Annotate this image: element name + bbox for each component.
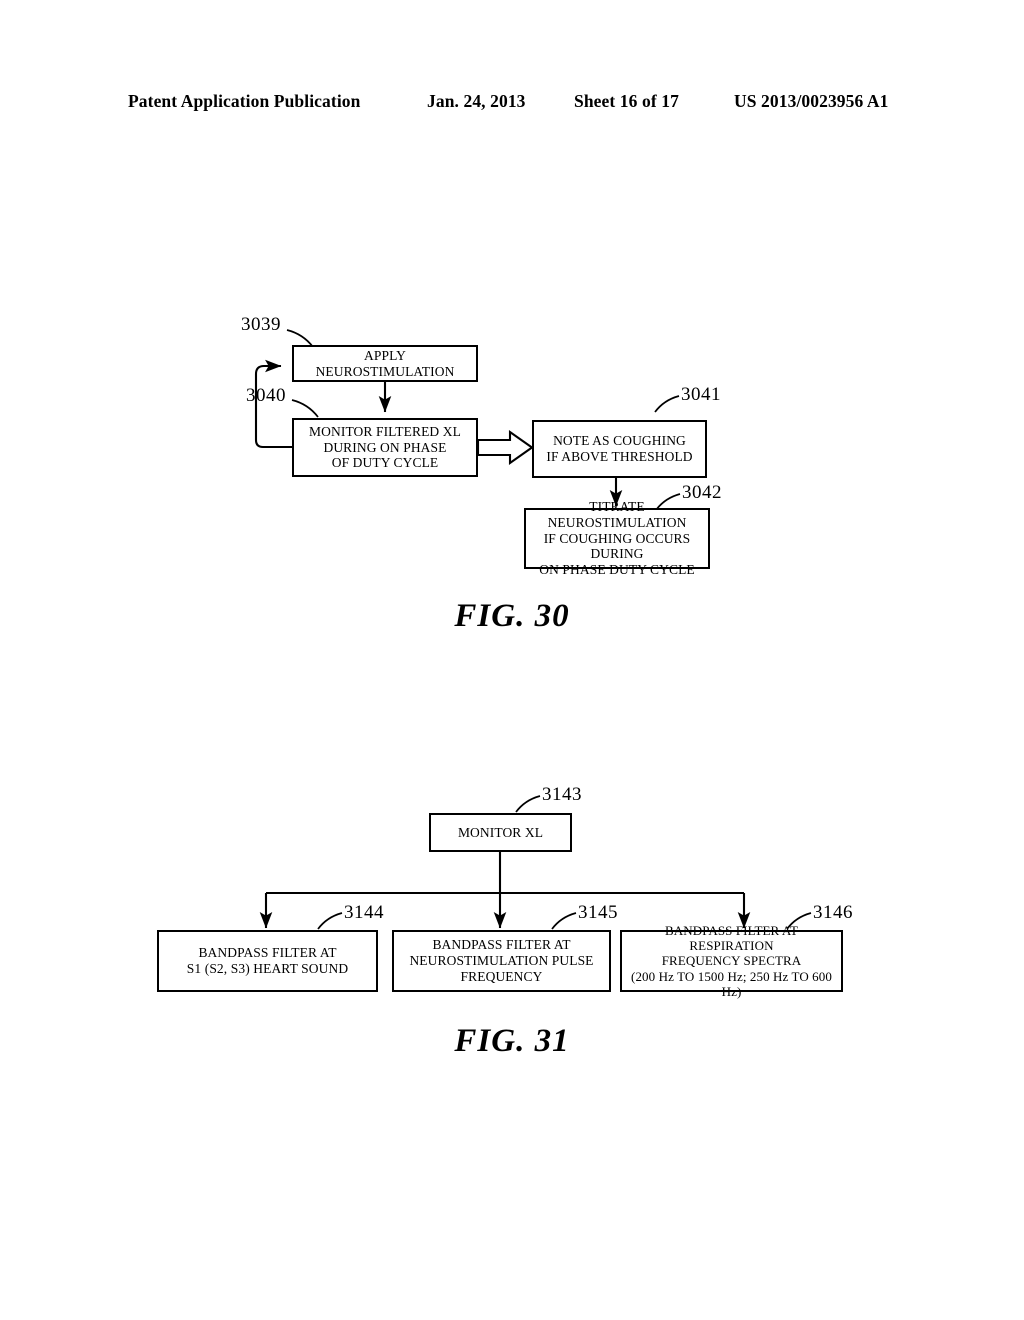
figure-30: APPLY NEUROSTIMULATION MONITOR FILTERED …: [0, 300, 1024, 660]
header-publication-date: Jan. 24, 2013: [427, 90, 526, 111]
ref-label-3146: 3146: [813, 902, 853, 923]
page-header: Patent Application Publication Jan. 24, …: [0, 88, 1024, 114]
ref-label-3144: 3144: [344, 902, 384, 923]
flow-box-3040: MONITOR FILTERED XL DURING ON PHASE OF D…: [292, 418, 478, 477]
ref-label-3145: 3145: [578, 902, 618, 923]
header-document-number: US 2013/0023956 A1: [734, 90, 889, 111]
ref-label-3041: 3041: [681, 384, 721, 405]
leader-line-3143: [515, 795, 541, 813]
leader-line-3041: [654, 395, 680, 413]
figure-30-caption: FIG. 30: [454, 598, 570, 634]
figure-30-connectors: [254, 329, 681, 511]
figure-31: MONITOR XL BANDPASS FILTER AT S1 (S2, S3…: [0, 780, 1024, 1080]
ref-label-3143: 3143: [542, 784, 582, 805]
flow-box-3146: BANDPASS FILTER AT RESPIRATION FREQUENCY…: [620, 923, 843, 999]
flow-box-3041: NOTE AS COUGHING IF ABOVE THRESHOLD: [532, 420, 707, 478]
leader-line-3040: [291, 399, 319, 418]
leader-line-3144: [317, 912, 343, 930]
figure-31-caption: FIG. 31: [454, 1023, 570, 1059]
block-arrow-3040-to-3041: [476, 429, 534, 466]
figure-31-connectors: [259, 795, 812, 930]
ref-label-3039: 3039: [241, 314, 281, 335]
flow-box-3039: APPLY NEUROSTIMULATION: [292, 345, 478, 382]
ref-label-3042: 3042: [682, 482, 722, 503]
flow-box-3144: BANDPASS FILTER AT S1 (S2, S3) HEART SOU…: [157, 930, 378, 992]
flow-box-3042: TITRATE NEUROSTIMULATION IF COUGHING OCC…: [524, 499, 710, 577]
header-publication-title: Patent Application Publication: [128, 90, 361, 111]
flow-box-3145: BANDPASS FILTER AT NEUROSTIMULATION PULS…: [392, 930, 611, 992]
ref-label-3040: 3040: [246, 385, 286, 406]
flow-box-3143: MONITOR XL: [429, 813, 572, 852]
leader-line-3145: [551, 912, 577, 930]
header-sheet-number: Sheet 16 of 17: [574, 90, 679, 111]
